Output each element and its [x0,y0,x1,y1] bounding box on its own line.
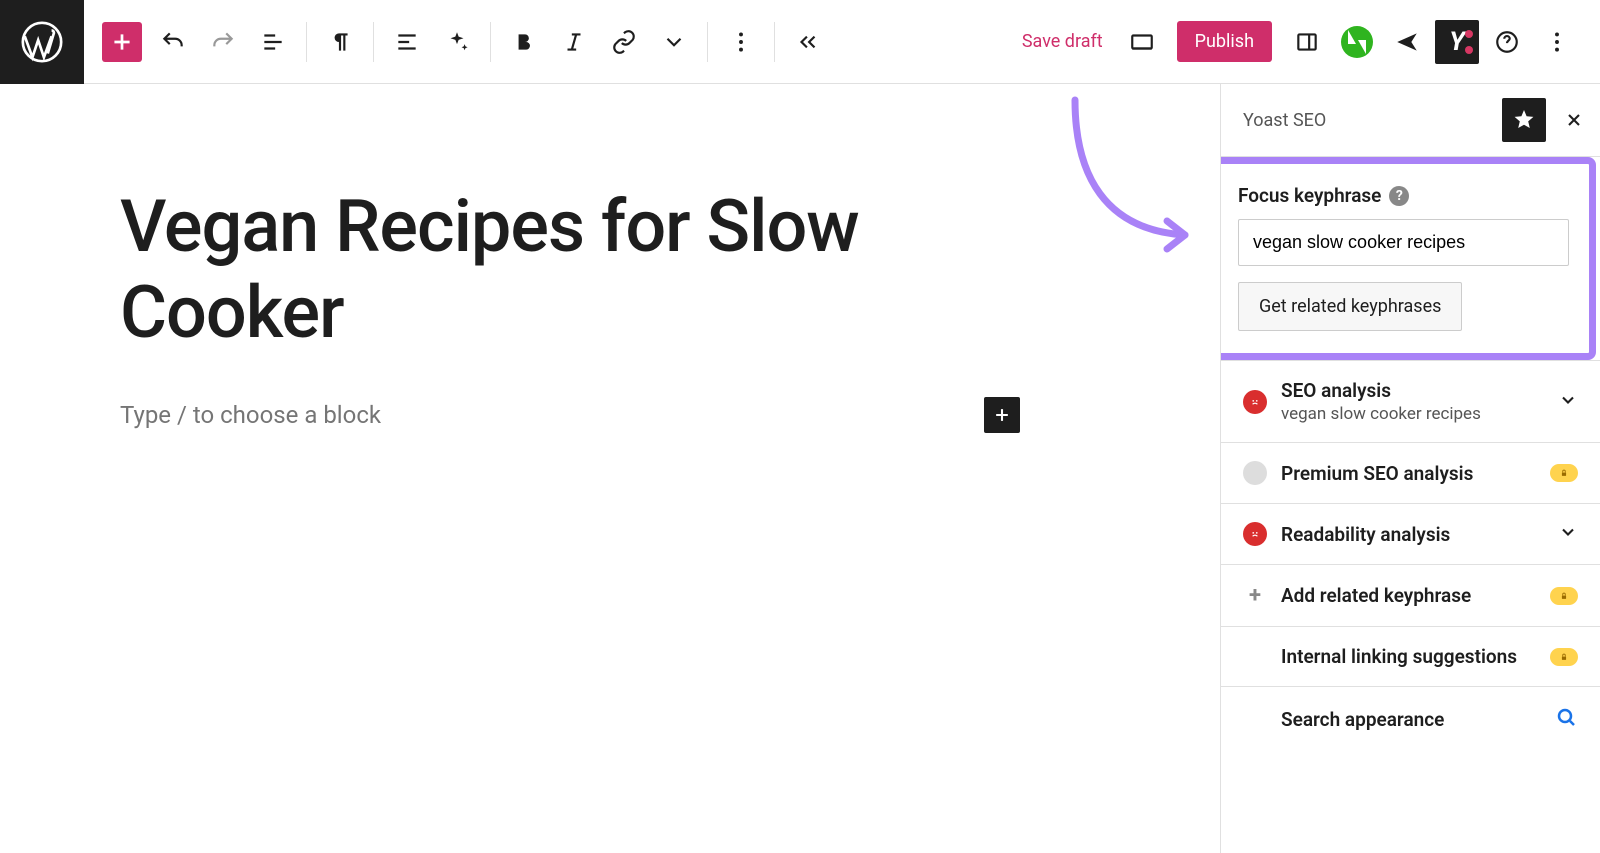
ai-sparkle-button[interactable] [432,17,482,67]
document-overview-button[interactable] [248,17,298,67]
panel-row-seo-analysis[interactable]: SEO analysisvegan slow cooker recipes [1221,360,1600,442]
jetpack-button[interactable] [1332,17,1382,67]
panel-row-search-appearance[interactable]: Search appearance [1221,686,1600,751]
panel-name: Add related keyphrase [1281,584,1536,607]
link-button[interactable] [599,17,649,67]
focus-keyphrase-panel: Focus keyphrase ? Get related keyphrases [1220,157,1596,360]
more-options-button[interactable] [1532,17,1582,67]
focus-keyphrase-label: Focus keyphrase [1238,184,1381,207]
italic-button[interactable] [549,17,599,67]
lock-icon [1550,648,1578,666]
options-button[interactable] [716,17,766,67]
more-formatting-dropdown[interactable] [649,17,699,67]
toolbar-separator [490,22,491,62]
editor-canvas[interactable]: Vegan Recipes for Slow Cooker Type / to … [0,84,1220,853]
align-button[interactable] [382,17,432,67]
publish-button[interactable]: Publish [1177,21,1272,62]
toolbar-separator [373,22,374,62]
panel-name: Search appearance [1281,708,1540,731]
toolbar-separator [707,22,708,62]
chevron-down-icon [1558,522,1578,546]
top-toolbar: Save draft Publish Y [0,0,1600,84]
focus-keyphrase-input[interactable] [1238,219,1569,266]
panel-name: Readability analysis [1281,523,1544,546]
toolbar-separator [774,22,775,62]
panel-row-internal-linking-suggestions[interactable]: Internal linking suggestions [1221,626,1600,686]
panel-row-add-related-keyphrase[interactable]: + Add related keyphrase [1221,564,1600,626]
lock-icon [1550,587,1578,605]
get-related-keyphrases-button[interactable]: Get related keyphrases [1238,282,1462,331]
search-icon[interactable] [1554,705,1578,733]
toolbar-separator [306,22,307,62]
sidebar-title: Yoast SEO [1243,110,1326,131]
close-sidebar-button[interactable] [1556,102,1592,138]
bold-button[interactable] [499,17,549,67]
panel-row-premium-seo-analysis[interactable]: Premium SEO analysis [1221,442,1600,503]
star-button[interactable] [1502,98,1546,142]
post-title[interactable]: Vegan Recipes for Slow Cooker [120,184,1000,357]
yoast-toolbar-button[interactable]: Y [1432,17,1482,67]
redo-button[interactable] [198,17,248,67]
status-dot-icon [1243,461,1267,485]
send-icon[interactable] [1382,17,1432,67]
collapse-toolbar-button[interactable] [783,17,833,67]
lock-icon [1550,464,1578,482]
save-draft-button[interactable]: Save draft [1008,31,1117,52]
wordpress-logo[interactable] [0,0,84,84]
panel-subtext: vegan slow cooker recipes [1281,404,1544,424]
panel-row-readability-analysis[interactable]: Readability analysis [1221,503,1600,564]
block-placeholder-text[interactable]: Type / to choose a block [120,401,381,429]
preview-button[interactable] [1117,17,1167,67]
yoast-sidebar: Yoast SEO Focus keyphrase ? Get related … [1220,84,1600,853]
help-icon[interactable]: ? [1389,186,1409,206]
sidebar-toggle-button[interactable] [1282,17,1332,67]
status-dot-icon [1243,390,1267,414]
status-dot-icon [1243,522,1267,546]
panel-name: Internal linking suggestions [1281,645,1536,668]
plus-icon: + [1243,583,1267,608]
panel-name: SEO analysis [1281,379,1544,402]
chevron-down-icon [1558,390,1578,414]
help-button[interactable] [1482,17,1532,67]
add-block-button[interactable] [102,22,142,62]
inline-add-block-button[interactable] [984,397,1020,433]
panel-name: Premium SEO analysis [1281,462,1536,485]
paragraph-icon[interactable] [315,17,365,67]
undo-button[interactable] [148,17,198,67]
